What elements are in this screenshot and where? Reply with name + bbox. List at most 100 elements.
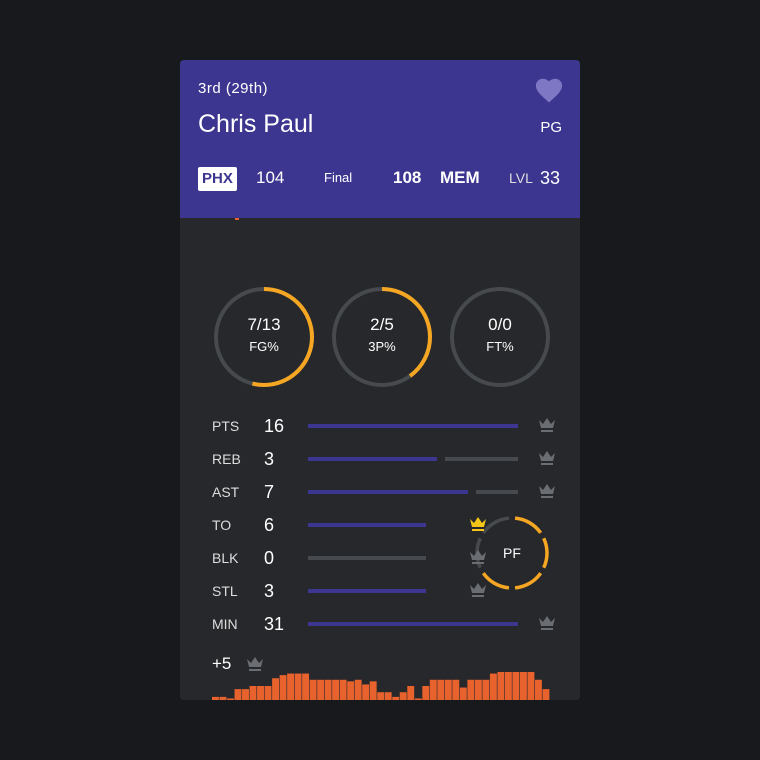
timeline-bar — [444, 679, 452, 700]
stat-value: 31 — [264, 614, 285, 634]
ring-label: 3P% — [368, 339, 396, 354]
timeline-bar — [279, 675, 287, 700]
stat-bar-track — [476, 490, 518, 494]
timeline-bar — [459, 687, 467, 700]
ring-value: 7/13 — [247, 315, 281, 334]
ring-label: FT% — [486, 339, 514, 354]
crown-icon — [470, 550, 486, 564]
stat-row-reb: REB 3 — [212, 447, 555, 471]
shooting-ring-fg-pct: 7/13 FG% — [212, 285, 316, 389]
timeline-bar — [414, 698, 422, 700]
stat-label: BLK — [212, 550, 239, 566]
game-period: 3rd (29th) — [198, 80, 269, 97]
crown-icon — [539, 484, 555, 498]
timeline-bar — [302, 673, 310, 700]
timeline-bar — [332, 679, 340, 700]
timeline-bar — [272, 678, 279, 700]
timeline-bar — [489, 673, 497, 700]
stat-bar-fill — [308, 589, 426, 593]
stat-label: TO — [212, 517, 232, 533]
timeline-bar — [542, 689, 550, 700]
ring-label: FG% — [249, 339, 279, 354]
timeline-bar — [294, 673, 302, 700]
stat-bar-fill — [308, 490, 468, 494]
player-name: Chris Paul — [198, 110, 314, 138]
scoreboard: PHX 104 Final 108 MEM LVL 33 — [198, 165, 562, 191]
stat-value: 7 — [264, 482, 275, 502]
crown-icon — [539, 616, 555, 630]
timeline-bar — [452, 679, 460, 700]
stat-label: PTS — [212, 418, 240, 434]
heart-icon[interactable] — [534, 76, 564, 104]
home-team-badge: PHX — [198, 167, 237, 191]
timeline-bar — [384, 692, 392, 700]
timeline-bar — [234, 689, 242, 700]
level-label: LVL — [509, 170, 533, 186]
stat-bar-track — [445, 457, 518, 461]
timeline-bar — [392, 696, 400, 700]
timeline-bar — [227, 698, 234, 700]
timeline-bar — [534, 679, 542, 700]
timeline-bar — [257, 686, 264, 700]
stat-bar-fill — [308, 424, 518, 428]
level-value: 33 — [540, 168, 561, 188]
timeline-bar — [422, 686, 430, 700]
player-position: PG — [540, 119, 562, 136]
stat-label: REB — [212, 451, 241, 467]
stat-label: AST — [212, 484, 240, 500]
stat-bar-track — [308, 556, 426, 560]
timeline-bar — [474, 679, 482, 700]
timeline-bar — [512, 672, 520, 700]
away-team: MEM — [440, 168, 480, 187]
crown-icon — [539, 451, 555, 465]
away-score: 108 — [393, 168, 422, 187]
stat-value: 0 — [264, 548, 275, 568]
stat-row-min: MIN 31 — [212, 612, 555, 636]
stat-bar-fill — [308, 457, 437, 461]
stat-row-blk: BLK 0 — [212, 546, 552, 570]
stat-label: MIN — [212, 616, 238, 632]
crown-icon — [247, 657, 263, 671]
timeline-bar — [249, 686, 257, 700]
timeline-bar — [309, 679, 317, 700]
timeline-bar — [242, 689, 249, 700]
ring-value: 0/0 — [488, 315, 512, 334]
crown-icon — [539, 418, 555, 432]
ring-text: 7/13 FG% — [212, 315, 316, 354]
ring-text: 0/0 FT% — [448, 315, 552, 354]
timeline-bar — [324, 679, 332, 700]
game-status: Final — [324, 170, 353, 185]
plus-minus-value: +5 — [212, 654, 232, 673]
timeline-bar — [407, 686, 415, 700]
stat-value: 3 — [264, 449, 275, 469]
home-score: 104 — [256, 168, 285, 187]
timeline-bar — [527, 672, 535, 700]
player-card: 3rd (29th) Chris Paul PG PHX 104 Final 1… — [180, 60, 580, 700]
stat-bar-fill — [308, 523, 426, 527]
timeline-bar — [354, 679, 362, 700]
timeline-bar — [467, 679, 475, 700]
timeline-bar — [377, 692, 385, 700]
timeline-bar — [429, 679, 437, 700]
plus-minus-timeline — [212, 672, 550, 700]
timeline-bar — [347, 681, 355, 700]
timeline-bar — [504, 672, 512, 700]
stat-row-to: TO 6 — [212, 513, 552, 537]
crown-icon — [470, 583, 486, 597]
stat-bar-fill — [308, 622, 518, 626]
stat-label: STL — [212, 583, 238, 599]
timeline-bar — [287, 673, 295, 700]
stat-row-pts: PTS 16 — [212, 414, 555, 438]
timeline-bar — [219, 696, 227, 700]
ring-text: 2/5 3P% — [330, 315, 434, 354]
player-header: 3rd (29th) Chris Paul PG PHX 104 Final 1… — [180, 60, 580, 218]
crown-icon — [470, 517, 486, 531]
header-notch — [235, 218, 239, 220]
timeline-bar — [264, 686, 272, 700]
timeline-bar — [212, 696, 219, 700]
ring-value: 2/5 — [370, 315, 394, 334]
timeline-bar — [339, 679, 347, 700]
timeline-bar — [317, 679, 325, 700]
stat-row-stl: STL 3 — [212, 579, 552, 603]
timeline-bar — [399, 692, 407, 700]
